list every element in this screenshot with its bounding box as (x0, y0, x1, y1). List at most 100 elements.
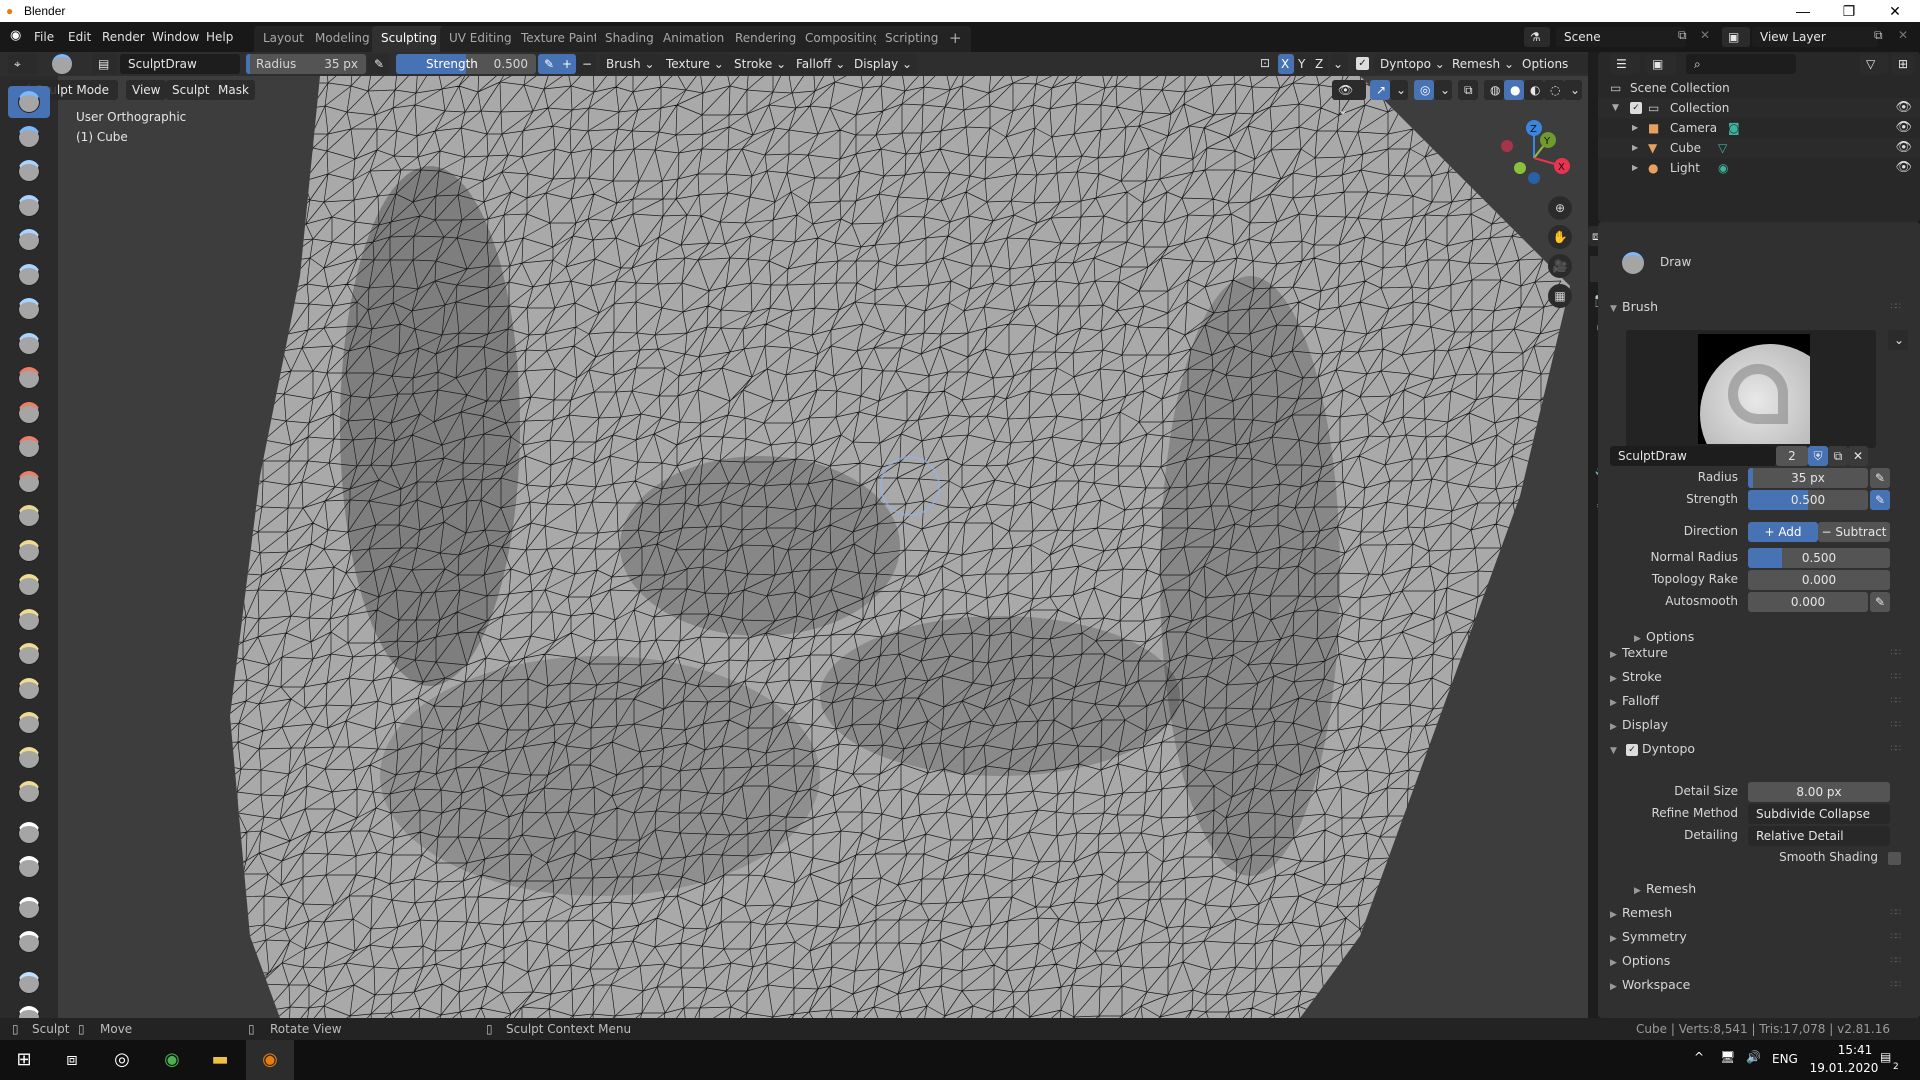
obs-icon[interactable]: ◎ (98, 1040, 146, 1080)
view-layer-selector-icon[interactable]: ▣ (1722, 27, 1750, 47)
direction-add-button[interactable]: + Add (1748, 522, 1818, 542)
outliner-row-collection[interactable]: ▼ ✓ ▭ Collection 👁 (1598, 98, 1920, 118)
dyntopo-dropdown[interactable]: Dyntopo ⌄ (1374, 54, 1451, 74)
language-indicator[interactable]: ENG (1772, 1052, 1798, 1066)
filter-icon[interactable]: ▽ (1860, 54, 1888, 74)
radius-slider[interactable]: Radius 35 px (246, 54, 366, 74)
expand-icon[interactable]: ▼ (1612, 98, 1619, 118)
maximize-button[interactable]: ❐ (1826, 0, 1872, 22)
outliner-row-cube[interactable]: ▶ ▼ Cube ▽ 👁 (1598, 138, 1920, 158)
collection-checkbox[interactable]: ✓ (1630, 102, 1642, 114)
display-dropdown[interactable]: Display ⌄ (848, 54, 919, 74)
panel-symmetry[interactable]: ▶ Symmetry ∷∷ (1610, 926, 1910, 948)
notifications-icon[interactable]: ▤ (1880, 1050, 1891, 1064)
subpanel-remesh[interactable]: ▶ Remesh (1634, 878, 1696, 900)
expand-icon[interactable]: ▶ (1632, 138, 1638, 158)
smooth-shading-checkbox[interactable] (1888, 852, 1901, 865)
panel-display[interactable]: ▶ Display ∷∷ (1610, 714, 1910, 736)
tab-uv-editing[interactable]: UV Editing (440, 26, 521, 52)
pan-hand-icon[interactable]: ✋ (1548, 225, 1572, 249)
tab-scripting[interactable]: Scripting (876, 26, 948, 52)
menu-edit[interactable]: Edit (62, 28, 97, 46)
expand-icon[interactable]: ▶ (1632, 158, 1638, 178)
scene-selector-icon[interactable]: ⚗ (1524, 27, 1550, 47)
stroke-dropdown[interactable]: Stroke ⌄ (728, 54, 793, 74)
network-icon[interactable]: 🖥 (1720, 1050, 1735, 1064)
drag-grip-icon[interactable]: ∷∷ (1891, 902, 1902, 924)
tool-simplify[interactable] (8, 776, 50, 808)
navigation-gizmo[interactable]: Z Y X (1490, 112, 1580, 192)
tab-layout[interactable]: Layout (254, 26, 313, 52)
camera-data-icon[interactable]: ◙ (1728, 118, 1740, 138)
tool-grab[interactable] (8, 569, 50, 601)
new-collection-icon[interactable]: ⊞ (1892, 54, 1914, 74)
delete-view-layer-icon[interactable]: ✕ (1898, 28, 1908, 42)
xray-toggle-icon[interactable]: ⧉ (1458, 80, 1478, 100)
tool-clay-strips[interactable] (8, 190, 50, 222)
shading-solid-icon[interactable]: ● (1504, 80, 1524, 100)
menu-render[interactable]: Render (96, 28, 151, 46)
new-scene-icon[interactable]: ⧉ (1678, 28, 1687, 43)
brush-browse-icon[interactable]: ▤ (92, 54, 118, 74)
drag-grip-icon[interactable]: ∷∷ (1891, 666, 1902, 688)
visibility-eye-icon[interactable]: 👁 (1895, 98, 1912, 118)
3d-viewport[interactable] (0, 76, 1588, 1018)
blender-taskbar-icon[interactable]: ◉ (246, 1040, 294, 1080)
tool-pinch[interactable] (8, 535, 50, 567)
autosmooth-pressure-icon[interactable]: ✎ (1870, 592, 1890, 612)
tool-scrape[interactable] (8, 466, 50, 498)
outliner-search-input[interactable]: ⌕ (1686, 54, 1796, 74)
zoom-icon[interactable]: ⊕ (1548, 196, 1572, 220)
tool-snake-hook[interactable] (8, 604, 50, 636)
gizmo-neg-z-axis[interactable] (1528, 172, 1540, 184)
menu-help[interactable]: Help (200, 28, 239, 46)
shading-dropdown[interactable]: ⌄ (1564, 80, 1582, 100)
view-layer-field[interactable]: View Layer (1752, 27, 1878, 47)
minimize-button[interactable]: — (1780, 0, 1826, 22)
menu-file[interactable]: File (28, 28, 60, 46)
panel-texture[interactable]: ▶ Texture ∷∷ (1610, 642, 1910, 664)
brush-browse-dropdown[interactable]: ⌄ (1888, 330, 1908, 350)
dyntopo-checkbox[interactable]: ✓ (1356, 57, 1369, 70)
light-data-icon[interactable]: ◉ (1718, 158, 1728, 178)
panel-workspace[interactable]: ▶ Workspace ∷∷ (1610, 974, 1910, 996)
outliner-row-light[interactable]: ▶ ● Light ◉ 👁 (1598, 158, 1920, 178)
options-dropdown[interactable]: Options ⌄ (1516, 54, 1588, 91)
drag-grip-icon[interactable]: ∷∷ (1891, 296, 1902, 318)
camera-view-icon[interactable]: 🎥 (1548, 254, 1572, 278)
tool-mask[interactable] (8, 817, 50, 849)
tool-box-mask[interactable] (8, 851, 50, 883)
visibility-dropdown-icon[interactable]: 👁⌄ (1332, 80, 1366, 117)
windows-start-icon[interactable]: ⊞ (0, 1040, 48, 1080)
brush-preview-icon[interactable] (52, 54, 72, 74)
drag-grip-icon[interactable]: ∷∷ (1891, 690, 1902, 712)
drag-grip-icon[interactable]: ∷∷ (1891, 926, 1902, 948)
tab-texture-paint[interactable]: Texture Paint (512, 26, 608, 52)
tool-crease[interactable] (8, 328, 50, 360)
tool-thumb[interactable] (8, 638, 50, 670)
tool-flatten[interactable] (8, 397, 50, 429)
brush-datablock-name[interactable]: SculptDraw (1610, 446, 1776, 466)
detail-size-field[interactable]: 8.00 px (1748, 782, 1890, 802)
ortho-grid-icon[interactable]: ▦ (1548, 284, 1572, 308)
shading-rendered-icon[interactable]: ◌ (1544, 80, 1564, 100)
overlay-toggle-icon[interactable]: ◎ (1414, 80, 1434, 100)
overlay-dropdown[interactable]: ⌄ (1434, 80, 1452, 100)
strength-slider[interactable]: Strength 0.500 (396, 54, 536, 74)
topology-rake-slider[interactable]: 0.000 (1748, 570, 1890, 590)
volume-icon[interactable]: 🔊 (1746, 1050, 1761, 1064)
visibility-eye-icon[interactable]: 👁 (1895, 158, 1912, 178)
tool-rotate[interactable] (8, 742, 50, 774)
close-button[interactable]: ✕ (1872, 0, 1918, 22)
blender-menu-icon[interactable]: ◉ (10, 28, 21, 43)
direction-subtract-button[interactable]: − (576, 54, 596, 74)
panel-brush[interactable]: ▼ Brush ∷∷ (1610, 296, 1910, 318)
outliner-row-camera[interactable]: ▶ ■ Camera ◙ 👁 (1598, 118, 1920, 138)
visibility-eye-icon[interactable]: 👁 (1895, 118, 1912, 138)
show-hidden-icons[interactable]: ^ (1694, 1050, 1704, 1064)
shading-wireframe-icon[interactable]: ◍ (1484, 80, 1504, 100)
tool-box-hide[interactable] (8, 926, 50, 958)
visibility-eye-icon[interactable]: 👁 (1895, 138, 1912, 158)
radius-pressure-icon[interactable]: ✎ (368, 54, 390, 74)
new-view-layer-icon[interactable]: ⧉ (1874, 28, 1883, 43)
